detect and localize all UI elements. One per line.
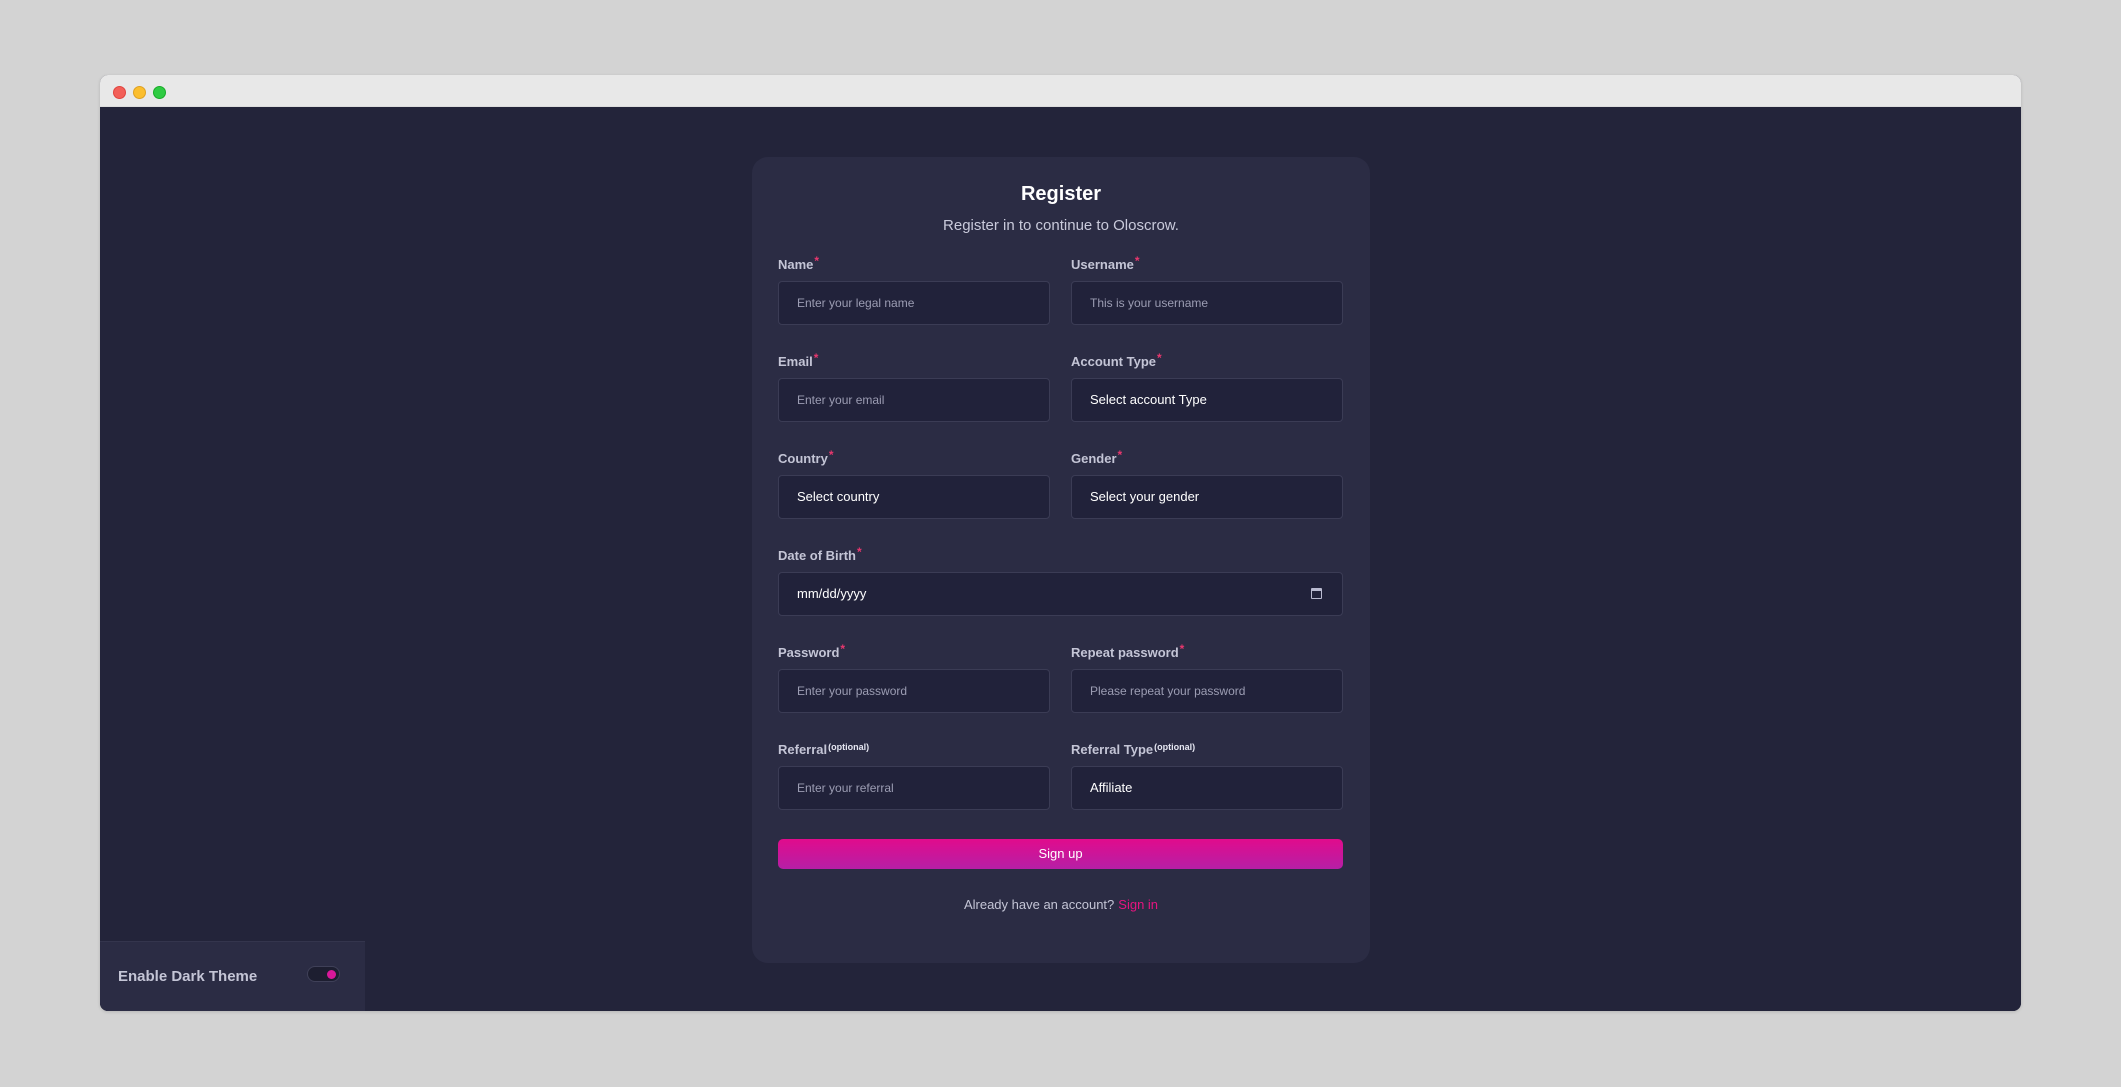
country-label: Country* [778, 448, 834, 466]
required-mark: * [857, 545, 862, 559]
repeat-password-field-group: Repeat password* Please repeat your pass… [1071, 642, 1343, 713]
optional-mark: (optional) [1154, 742, 1196, 752]
required-mark: * [814, 254, 820, 268]
close-window-button[interactable] [113, 86, 126, 99]
account-type-select[interactable]: Select account Type [1071, 378, 1343, 422]
username-input[interactable]: This is your username [1071, 281, 1343, 325]
referral-input[interactable]: Enter your referral [778, 766, 1050, 810]
signin-prompt: Already have an account? [963, 897, 1115, 912]
password-field-group: Password* Enter your password [778, 642, 1050, 713]
page-title: Register [1020, 183, 1102, 205]
gender-field-group: Gender* Select your gender [1071, 448, 1343, 519]
dob-input[interactable]: mm/dd/yyyy [778, 572, 1343, 616]
dark-theme-toggle[interactable] [307, 966, 340, 982]
window-titlebar [100, 75, 2021, 107]
calendar-icon[interactable] [1311, 588, 1322, 599]
register-card: Register Register in to continue to Olos… [752, 157, 1370, 963]
sign-up-button[interactable]: Sign up [778, 839, 1343, 869]
name-field-group: Name* Enter your legal name [778, 254, 1050, 325]
optional-mark: (optional) [828, 742, 870, 752]
email-input[interactable]: Enter your email [778, 378, 1050, 422]
password-input[interactable]: Enter your password [778, 669, 1050, 713]
name-input[interactable]: Enter your legal name [778, 281, 1050, 325]
country-field-group: Country* Select country [778, 448, 1050, 519]
minimize-window-button[interactable] [133, 86, 146, 99]
username-field-group: Username* This is your username [1071, 254, 1343, 325]
referral-type-select[interactable]: Affiliate [1071, 766, 1343, 810]
required-mark: * [1179, 642, 1185, 656]
theme-panel: Enable Dark Theme [100, 941, 365, 1011]
required-mark: * [1134, 254, 1140, 268]
sign-in-link[interactable]: Sign in [1118, 897, 1158, 912]
password-label: Password* [778, 642, 846, 660]
email-label: Email* [778, 351, 819, 369]
dob-label: Date of Birth* [778, 545, 862, 563]
referral-label: Referral(optional) [778, 742, 870, 757]
account-type-label: Account Type* [1071, 351, 1162, 369]
toggle-knob [327, 970, 336, 979]
gender-label: Gender* [1071, 448, 1123, 466]
referral-field-group: Referral(optional) Enter your referral [778, 740, 1050, 810]
required-mark: * [813, 351, 819, 365]
required-mark: * [840, 642, 846, 656]
required-mark: * [1157, 351, 1162, 365]
country-select[interactable]: Select country [778, 475, 1050, 519]
required-mark: * [1117, 448, 1123, 462]
page-subtitle: Register in to continue to Oloscrow. [943, 217, 1179, 234]
browser-window: Register Register in to continue to Olos… [100, 75, 2021, 1011]
dark-theme-label: Enable Dark Theme [118, 968, 258, 985]
referral-type-label: Referral Type(optional) [1071, 742, 1196, 757]
dob-field-group: Date of Birth* mm/dd/yyyy [778, 545, 1343, 616]
signin-row: Already have an account? Sign in [752, 897, 1370, 912]
repeat-password-input[interactable]: Please repeat your password [1071, 669, 1343, 713]
required-mark: * [828, 448, 834, 462]
email-field-group: Email* Enter your email [778, 351, 1050, 422]
repeat-password-label: Repeat password* [1071, 642, 1185, 660]
maximize-window-button[interactable] [153, 86, 166, 99]
gender-select[interactable]: Select your gender [1071, 475, 1343, 519]
username-label: Username* [1071, 254, 1140, 272]
name-label: Name* [778, 254, 820, 272]
page-content: Register Register in to continue to Olos… [100, 107, 2021, 1011]
referral-type-field-group: Referral Type(optional) Affiliate [1071, 740, 1343, 810]
account-type-field-group: Account Type* Select account Type [1071, 351, 1343, 422]
dob-value: mm/dd/yyyy [797, 586, 867, 601]
